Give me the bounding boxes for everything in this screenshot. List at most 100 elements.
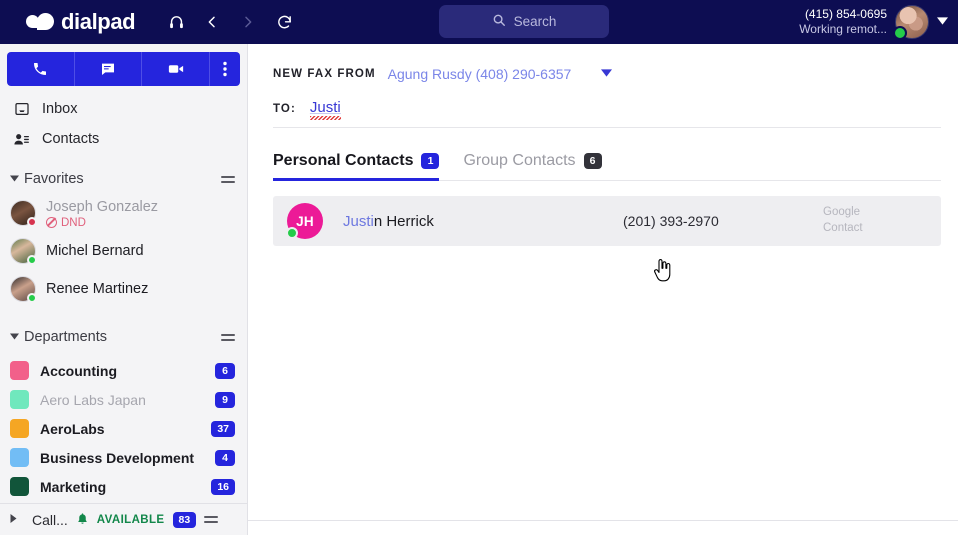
presence-dot <box>27 255 37 265</box>
headset-icon[interactable] <box>163 9 189 35</box>
to-input[interactable]: Justi <box>309 99 341 120</box>
contact-name: Joseph Gonzalez <box>46 198 159 215</box>
avatar <box>10 238 37 265</box>
tab-personal-contacts[interactable]: Personal Contacts 1 <box>273 152 440 181</box>
sidebar-item-contacts[interactable]: Contacts <box>0 124 247 154</box>
avatar <box>10 276 37 303</box>
chevron-right-icon[interactable] <box>235 9 261 35</box>
brand-name: dialpad <box>61 9 136 34</box>
tab-count-badge: 1 <box>421 153 440 169</box>
sidebar-item-inbox[interactable]: Inbox <box>0 94 247 124</box>
status-badge: DND <box>46 217 158 229</box>
to-field-row: TO: Justi <box>273 94 941 128</box>
list-item[interactable]: Renee Martinez <box>0 270 247 308</box>
presence-dot <box>286 227 298 239</box>
triangle-right-icon[interactable] <box>10 514 24 525</box>
compose-fax-panel: NEW FAX FROM Agung Rusdy (408) 290-6357 … <box>248 44 958 246</box>
sidebar: Inbox Contacts Favorites Joseph Gonzalez… <box>0 44 248 535</box>
contacts-icon <box>12 131 31 148</box>
department-name: Accounting <box>40 362 117 379</box>
contact-source-line2: Contact <box>823 222 863 234</box>
unread-count-badge: 9 <box>215 391 235 408</box>
department-name: AeroLabs <box>40 420 105 437</box>
contact-phone: (201) 393-2970 <box>623 213 719 229</box>
departments-list: Accounting 6 Aero Labs Japan 9 AeroLabs … <box>0 356 247 501</box>
department-color-swatch <box>10 390 29 409</box>
refresh-icon[interactable] <box>271 9 297 35</box>
list-item[interactable]: AeroLabs 37 <box>0 414 247 443</box>
contact-name: Renee Martinez <box>46 280 149 297</box>
fax-from-label: NEW FAX FROM <box>273 68 376 80</box>
dialpad-logo-icon <box>26 12 54 32</box>
pointing-hand-cursor <box>653 259 673 283</box>
user-info: (415) 854-0695 Working remot... <box>799 7 887 37</box>
drag-handle-icon[interactable] <box>221 333 235 341</box>
message-button[interactable] <box>75 52 143 86</box>
unread-count-badge: 6 <box>215 362 235 379</box>
list-item[interactable]: Marketing 16 <box>0 472 247 501</box>
avatar: JH <box>286 203 323 239</box>
drag-handle-icon[interactable] <box>221 175 235 183</box>
contact-source: Google Contact <box>823 205 893 236</box>
tab-group-contacts[interactable]: Group Contacts 6 <box>463 152 602 181</box>
triangle-down-icon[interactable] <box>601 68 613 80</box>
fax-header: NEW FAX FROM Agung Rusdy (408) 290-6357 <box>273 44 941 84</box>
triangle-down-icon[interactable] <box>10 332 24 342</box>
quick-action-bar <box>7 52 240 86</box>
user-menu[interactable]: (415) 854-0695 Working remot... <box>799 0 948 44</box>
availability-status[interactable]: AVAILABLE <box>97 514 165 526</box>
unread-count-badge: 16 <box>211 478 235 495</box>
table-row[interactable]: JH Justin Herrick (201) 393-2970 Google … <box>273 196 941 246</box>
user-status-text: Working remot... <box>799 22 887 36</box>
active-tab-indicator <box>273 178 440 181</box>
drag-handle-icon[interactable] <box>204 516 219 523</box>
favorites-list: Joseph Gonzalez DND Michel Bernard Renee… <box>0 194 247 308</box>
user-phone-number: (415) 854-0695 <box>804 7 887 21</box>
search-placeholder: Search <box>513 14 557 29</box>
sidebar-item-label: Contacts <box>42 131 100 147</box>
to-input-value: Justi <box>309 99 341 116</box>
video-button[interactable] <box>142 52 211 86</box>
unread-count-badge: 4 <box>215 449 235 466</box>
contacts-tabs: Personal Contacts 1 Group Contacts 6 <box>273 152 941 181</box>
favorites-title: Favorites <box>24 171 84 187</box>
list-item[interactable]: Michel Bernard <box>0 232 247 270</box>
chevron-down-icon[interactable] <box>937 16 948 28</box>
favorites-section-header[interactable]: Favorites <box>0 164 247 194</box>
avatar[interactable] <box>893 5 929 40</box>
call-button[interactable] <box>7 52 75 86</box>
list-item[interactable]: Aero Labs Japan 9 <box>0 385 247 414</box>
department-name: Business Development <box>40 449 195 466</box>
fax-from-value[interactable]: Agung Rusdy (408) 290-6357 <box>388 66 572 82</box>
list-item[interactable]: Joseph Gonzalez DND <box>0 194 247 232</box>
contact-name-rest: n Herrick <box>373 212 434 230</box>
status-bar: Call... AVAILABLE 83 <box>0 503 247 535</box>
top-bar: dialpad Search (415) 854-0695 Working re… <box>0 0 958 44</box>
departments-title: Departments <box>24 329 108 345</box>
primary-nav: Inbox Contacts <box>0 94 247 154</box>
brand: dialpad <box>0 9 136 35</box>
search-icon <box>492 13 506 30</box>
presence-dot <box>893 26 907 40</box>
inbox-icon <box>12 101 31 117</box>
contact-source-line1: Google <box>823 206 861 219</box>
avatar <box>10 200 37 227</box>
spellcheck-underline <box>309 116 341 120</box>
search-container: Search <box>439 5 609 38</box>
list-item[interactable]: Accounting 6 <box>0 356 247 385</box>
bell-icon <box>76 512 89 528</box>
nav-icon-group <box>163 9 297 35</box>
triangle-down-icon[interactable] <box>10 174 24 184</box>
chevron-left-icon[interactable] <box>199 9 225 35</box>
tab-count-badge: 6 <box>583 153 602 169</box>
departments-section-header[interactable]: Departments <box>0 322 247 352</box>
presence-dot <box>27 293 37 303</box>
calls-section-label[interactable]: Call... <box>32 512 68 528</box>
contact-name-match: Justi <box>343 212 374 230</box>
list-item[interactable]: Business Development 4 <box>0 443 247 472</box>
tab-label: Personal Contacts <box>273 152 414 169</box>
kebab-menu-icon[interactable] <box>210 52 240 86</box>
search-input[interactable]: Search <box>439 5 609 38</box>
app-body: Inbox Contacts Favorites Joseph Gonzalez… <box>0 44 958 535</box>
main-content: NEW FAX FROM Agung Rusdy (408) 290-6357 … <box>248 44 958 535</box>
